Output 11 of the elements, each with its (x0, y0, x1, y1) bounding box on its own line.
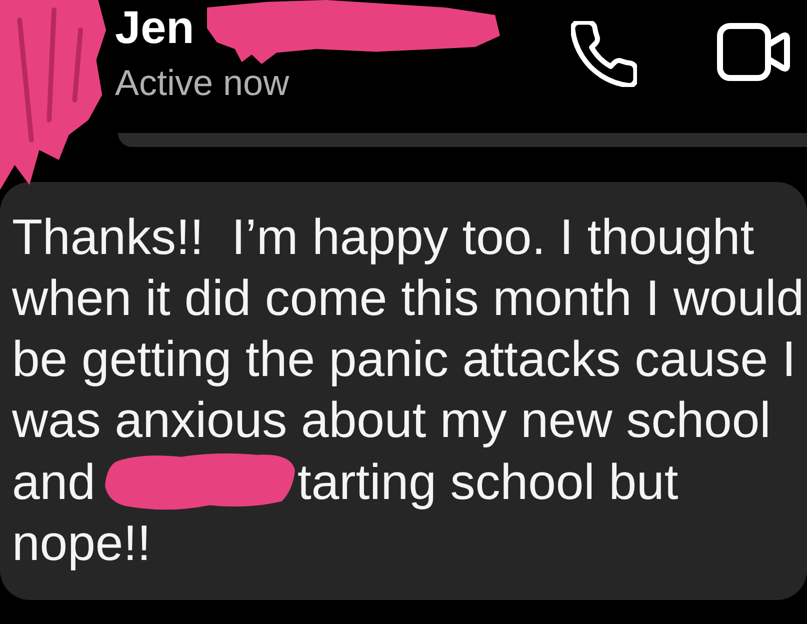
message-line: was anxious about my new school (12, 391, 771, 450)
message-line: and (12, 452, 96, 512)
phone-icon[interactable] (571, 21, 637, 87)
message-line: be getting the panic attacks cause I (12, 330, 796, 389)
message-line: when it did come this month I would (12, 269, 804, 328)
video-camera-icon[interactable] (717, 23, 790, 81)
message-line: nope!! (12, 514, 152, 573)
message-line: tarting school but (297, 452, 678, 512)
status-text: Active now (115, 63, 290, 103)
contact-name: Jen (115, 2, 194, 52)
message-line: Thanks!! I’m happy too. I thought (12, 208, 754, 267)
